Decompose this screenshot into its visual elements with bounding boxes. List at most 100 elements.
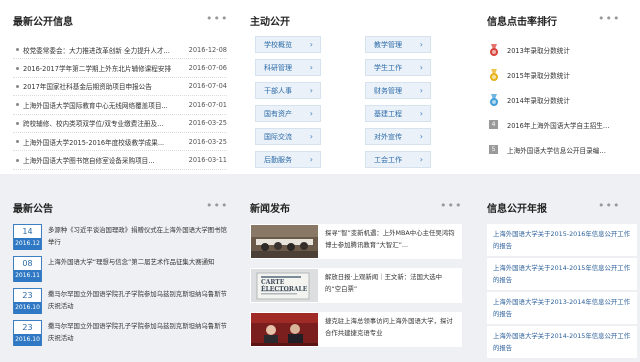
announcement-title[interactable]: 撒马尔罕国立外国语学院孔子学院参加乌兹别克斯坦纳乌鲁斯节庆祝活动 [48,320,227,345]
category-button[interactable]: 学生工作 › [365,59,431,76]
info-item-title[interactable]: 跨校辅修、校内类项双学位/双专业缴费注册及... [23,118,187,128]
info-list-item[interactable]: 上海外国语大学国际教育中心无线网络覆盖项目... 2016-07-01 [13,96,227,115]
annual-report-item[interactable]: 上海外国语大学关于2013-2014年信息公开工作的报告 [487,292,637,324]
more-ranking-button[interactable]: ••• [598,13,620,24]
gold-medal-icon [487,68,501,82]
number-4-icon: 4 [487,118,501,132]
category-button[interactable]: 国有资产 › [255,105,321,122]
latest-public-info-panel: 最新公开信息 ••• 校党委常委会：大力推进改革创新 全力提升人才... 2016… [13,13,228,170]
news-title[interactable]: 探寻“智”变新机遇：上外MBA中心主任吴鸿钧博士参加腾讯教育“大智汇”... [325,227,458,252]
latest-public-info-list: 校党委常委会：大力推进改革创新 全力提升人才... 2016-12-08 2016-… [13,41,227,170]
bullet-icon [16,84,19,88]
info-item-date: 2016-07-01 [188,100,227,109]
click-ranking-panel: 信息点击率排行 ••• 2013年录取分数统计 2015年录取分数统计 2014年录… [487,13,627,163]
ranking-item[interactable]: 5 上海外国语大学信息公开目录编制... [487,141,612,159]
category-button[interactable]: 学校概览 › [255,36,321,53]
category-label: 后勤服务 [264,155,292,164]
number-5-icon: 5 [487,143,501,157]
more-latest-public-info-button[interactable]: ••• [206,13,228,24]
bullet-icon [16,66,19,70]
category-button[interactable]: 对外宣传 › [365,128,431,145]
date-badge: 08 2016.11 [13,256,42,282]
category-button[interactable]: 教学管理 › [365,36,431,53]
news-item[interactable]: 探寻“智”变新机遇：上外MBA中心主任吴鸿钧博士参加腾讯教育“大智汇”... [250,224,462,259]
ranking-item[interactable]: 2014年录取分数统计 [487,91,612,109]
ranking-item-title: 上海外国语大学信息公开目录编制... [507,147,612,155]
info-list-item[interactable]: 2016-2017学年第二学期上外东北片辅修课程安排 2016-07-06 [13,59,227,78]
announcement-title[interactable]: 撒马尔罕国立外国语学院孔子学院参加乌兹别克斯坦纳乌鲁斯节庆祝活动 [48,288,227,313]
chevron-right-icon: › [419,40,423,49]
news-thumbnail[interactable] [251,225,318,258]
info-list-item[interactable]: 上海外国语大学图书馆自修室设备采购项目... 2016-03-11 [13,151,227,170]
announcement-item[interactable]: 23 2016.10 撒马尔罕国立外国语学院孔子学院参加乌兹别克斯坦纳乌鲁斯节庆祝活… [13,320,227,351]
bullet-icon [16,48,19,52]
thumbnail-caption: CARTE ÉLECTORALE [261,279,308,293]
category-label: 国有资产 [264,109,292,118]
news-title[interactable]: 解放日报·上观新闻｜王文新：法国大选中的“空白票” [325,271,458,296]
info-list-item[interactable]: 跨校辅修、校内类项双学位/双专业缴费注册及... 2016-03-25 [13,115,227,133]
rank-number: 5 [489,145,498,154]
info-item-date: 2016-03-11 [188,156,227,165]
category-label: 对外宣传 [374,132,402,141]
announcement-item[interactable]: 23 2016.10 撒马尔罕国立外国语学院孔子学院参加乌兹别克斯坦纳乌鲁斯节庆祝活… [13,288,227,319]
category-label: 基建工程 [374,109,402,118]
news-thumbnail[interactable]: CARTE ÉLECTORALE [251,269,318,302]
info-item-title[interactable]: 校党委常委会：大力推进改革创新 全力提升人才... [23,45,187,55]
category-button[interactable]: 国际交流 › [255,128,321,145]
info-item-title[interactable]: 上海外国语大学2015-2016年度校级教学成果... [23,137,187,147]
annual-report-item[interactable]: 上海外国语大学关于2015-2016年信息公开工作的报告 [487,224,637,256]
chevron-right-icon: › [419,132,423,141]
chevron-right-icon: › [309,63,313,72]
annual-report-item[interactable]: 上海外国语大学关于2014-2015年信息公开工作的报告 [487,326,637,358]
info-item-title[interactable]: 2017年国家社科基金后期资助项目申报公告 [23,81,187,91]
info-item-title[interactable]: 上海外国语大学国际教育中心无线网络覆盖项目... [23,100,187,110]
ranking-item[interactable]: 2015年录取分数统计 [487,66,612,84]
info-list-item[interactable]: 校党委常委会：大力推进改革创新 全力提升人才... 2016-12-08 [13,41,227,60]
news-title[interactable]: 捷克驻上海总领事访问上海外国语大学，探讨合作共建捷克语专业 [325,315,458,340]
bullet-icon [16,103,19,107]
info-list-item[interactable]: 上海外国语大学2015-2016年度校级教学成果... 2016-03-25 [13,133,227,152]
click-ranking-title: 信息点击率排行 [487,17,557,28]
bullet-icon [16,121,19,125]
date-year-month: 2016.10 [14,334,41,346]
category-button[interactable]: 财务管理 › [365,82,431,99]
annual-report-item[interactable]: 上海外国语大学关于2014-2015年信息公开工作的报告 [487,258,637,290]
announcement-item[interactable]: 08 2016.11 上海外国语大学“理想与信念”第二届艺术作品征集大赛通知 [13,256,227,287]
info-item-date: 2016-07-06 [188,64,227,73]
chevron-right-icon: › [309,109,313,118]
announcement-item[interactable]: 14 2016.12 多源种《习近平谈治国理政》捐赠仪式在上海外国语大学图书馆举行 [13,224,227,255]
category-label: 干部人事 [264,86,292,95]
category-button[interactable]: 工会工作 › [365,151,431,168]
red-medal-icon [487,43,501,57]
news-item[interactable]: CARTE ÉLECTORALE 解放日报·上观新闻｜王文新：法国大选中的“空白票… [250,268,462,303]
category-button[interactable]: 科研管理 › [255,59,321,76]
more-announcements-button[interactable]: ••• [206,200,228,211]
info-item-date: 2016-03-25 [188,119,227,128]
chevron-right-icon: › [309,40,313,49]
announcement-title[interactable]: 上海外国语大学“理想与信念”第二届艺术作品征集大赛通知 [48,256,214,281]
announcement-title[interactable]: 多源种《习近平谈治国理政》捐赠仪式在上海外国语大学图书馆举行 [48,224,227,249]
ranking-item[interactable]: 4 2016年上海外国语大学自主招生简... [487,116,612,134]
news-item[interactable]: 捷克驻上海总领事访问上海外国语大学，探讨合作共建捷克语专业 [250,312,462,347]
date-day: 14 [14,225,41,238]
category-label: 工会工作 [374,155,402,164]
date-badge: 23 2016.10 [13,288,42,314]
category-label: 教学管理 [374,40,402,49]
ranking-item[interactable]: 2013年录取分数统计 [487,41,612,59]
info-item-title[interactable]: 2016-2017学年第二学期上外东北片辅修课程安排 [23,63,187,73]
info-item-title[interactable]: 上海外国语大学图书馆自修室设备采购项目... [23,155,187,165]
category-button[interactable]: 基建工程 › [365,105,431,122]
chevron-right-icon: › [419,86,423,95]
more-annual-report-button[interactable]: ••• [598,200,620,211]
rank-number: 4 [489,120,498,129]
category-button[interactable]: 干部人事 › [255,82,321,99]
category-label: 学校概览 [264,40,292,49]
news-thumbnail[interactable] [251,313,318,346]
more-news-button[interactable]: ••• [440,200,462,211]
ranking-item-title: 2015年录取分数统计 [507,72,570,80]
category-button[interactable]: 后勤服务 › [255,151,321,168]
info-item-date: 2016-12-08 [188,45,227,54]
proactive-disclosure-panel: 主动公开 学校概览 › 科研管理 › 干部人事 › 国有资产 › 国际交流 › 后勤服务 › 教学管理 ›… [250,13,460,168]
info-list-item[interactable]: 2017年国家社科基金后期资助项目申报公告 2016-07-04 [13,78,227,97]
date-day: 23 [14,289,41,302]
